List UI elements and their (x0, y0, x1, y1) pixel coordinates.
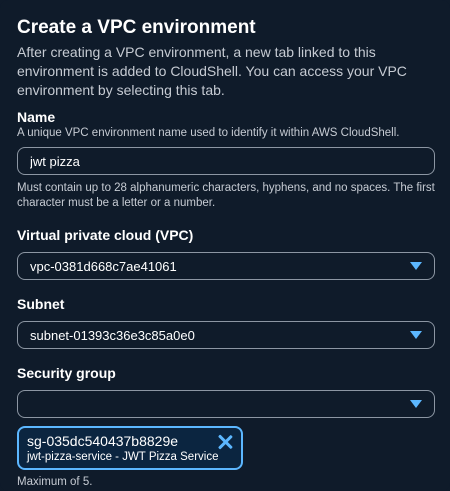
security-group-token-detail: jwt-pizza-service - JWT Pizza Service (27, 451, 219, 463)
security-group-label: Security group (17, 365, 116, 381)
subnet-field-group: Subnet subnet-01393c36e3c85a0e0 (17, 295, 435, 349)
vpc-select-value: vpc-0381d668c7ae41061 (30, 258, 177, 274)
security-group-constraint: Maximum of 5. (17, 476, 93, 488)
page-title: Create a VPC environment (17, 17, 256, 38)
name-description: A unique VPC environment name used to id… (17, 127, 400, 139)
caret-down-icon (410, 400, 422, 408)
security-group-token-id: sg-035dc540437b8829e (27, 433, 179, 449)
name-hint: Must contain up to 28 alphanumeric chara… (17, 182, 435, 209)
vpc-label: Virtual private cloud (VPC) (17, 227, 194, 243)
subnet-label: Subnet (17, 296, 65, 312)
security-group-field-group: Security group sg-035dc540437b8829e jwt-… (17, 364, 435, 488)
subnet-select-value: subnet-01393c36e3c85a0e0 (30, 327, 195, 343)
security-group-select[interactable] (17, 390, 435, 418)
name-field-group: Name A unique VPC environment name used … (17, 108, 437, 211)
name-input[interactable] (17, 147, 435, 175)
caret-down-icon (410, 262, 422, 270)
vpc-select[interactable]: vpc-0381d668c7ae41061 (17, 252, 435, 280)
name-label: Name (17, 109, 56, 125)
vpc-field-group: Virtual private cloud (VPC) vpc-0381d668… (17, 226, 435, 280)
page-description: After creating a VPC environment, a new … (17, 44, 407, 98)
close-icon[interactable] (217, 434, 233, 450)
subnet-select[interactable]: subnet-01393c36e3c85a0e0 (17, 321, 435, 349)
security-group-token: sg-035dc540437b8829e jwt-pizza-service -… (17, 426, 243, 470)
vpc-environment-panel: Create a VPC environment After creating … (0, 0, 450, 491)
caret-down-icon (410, 331, 422, 339)
